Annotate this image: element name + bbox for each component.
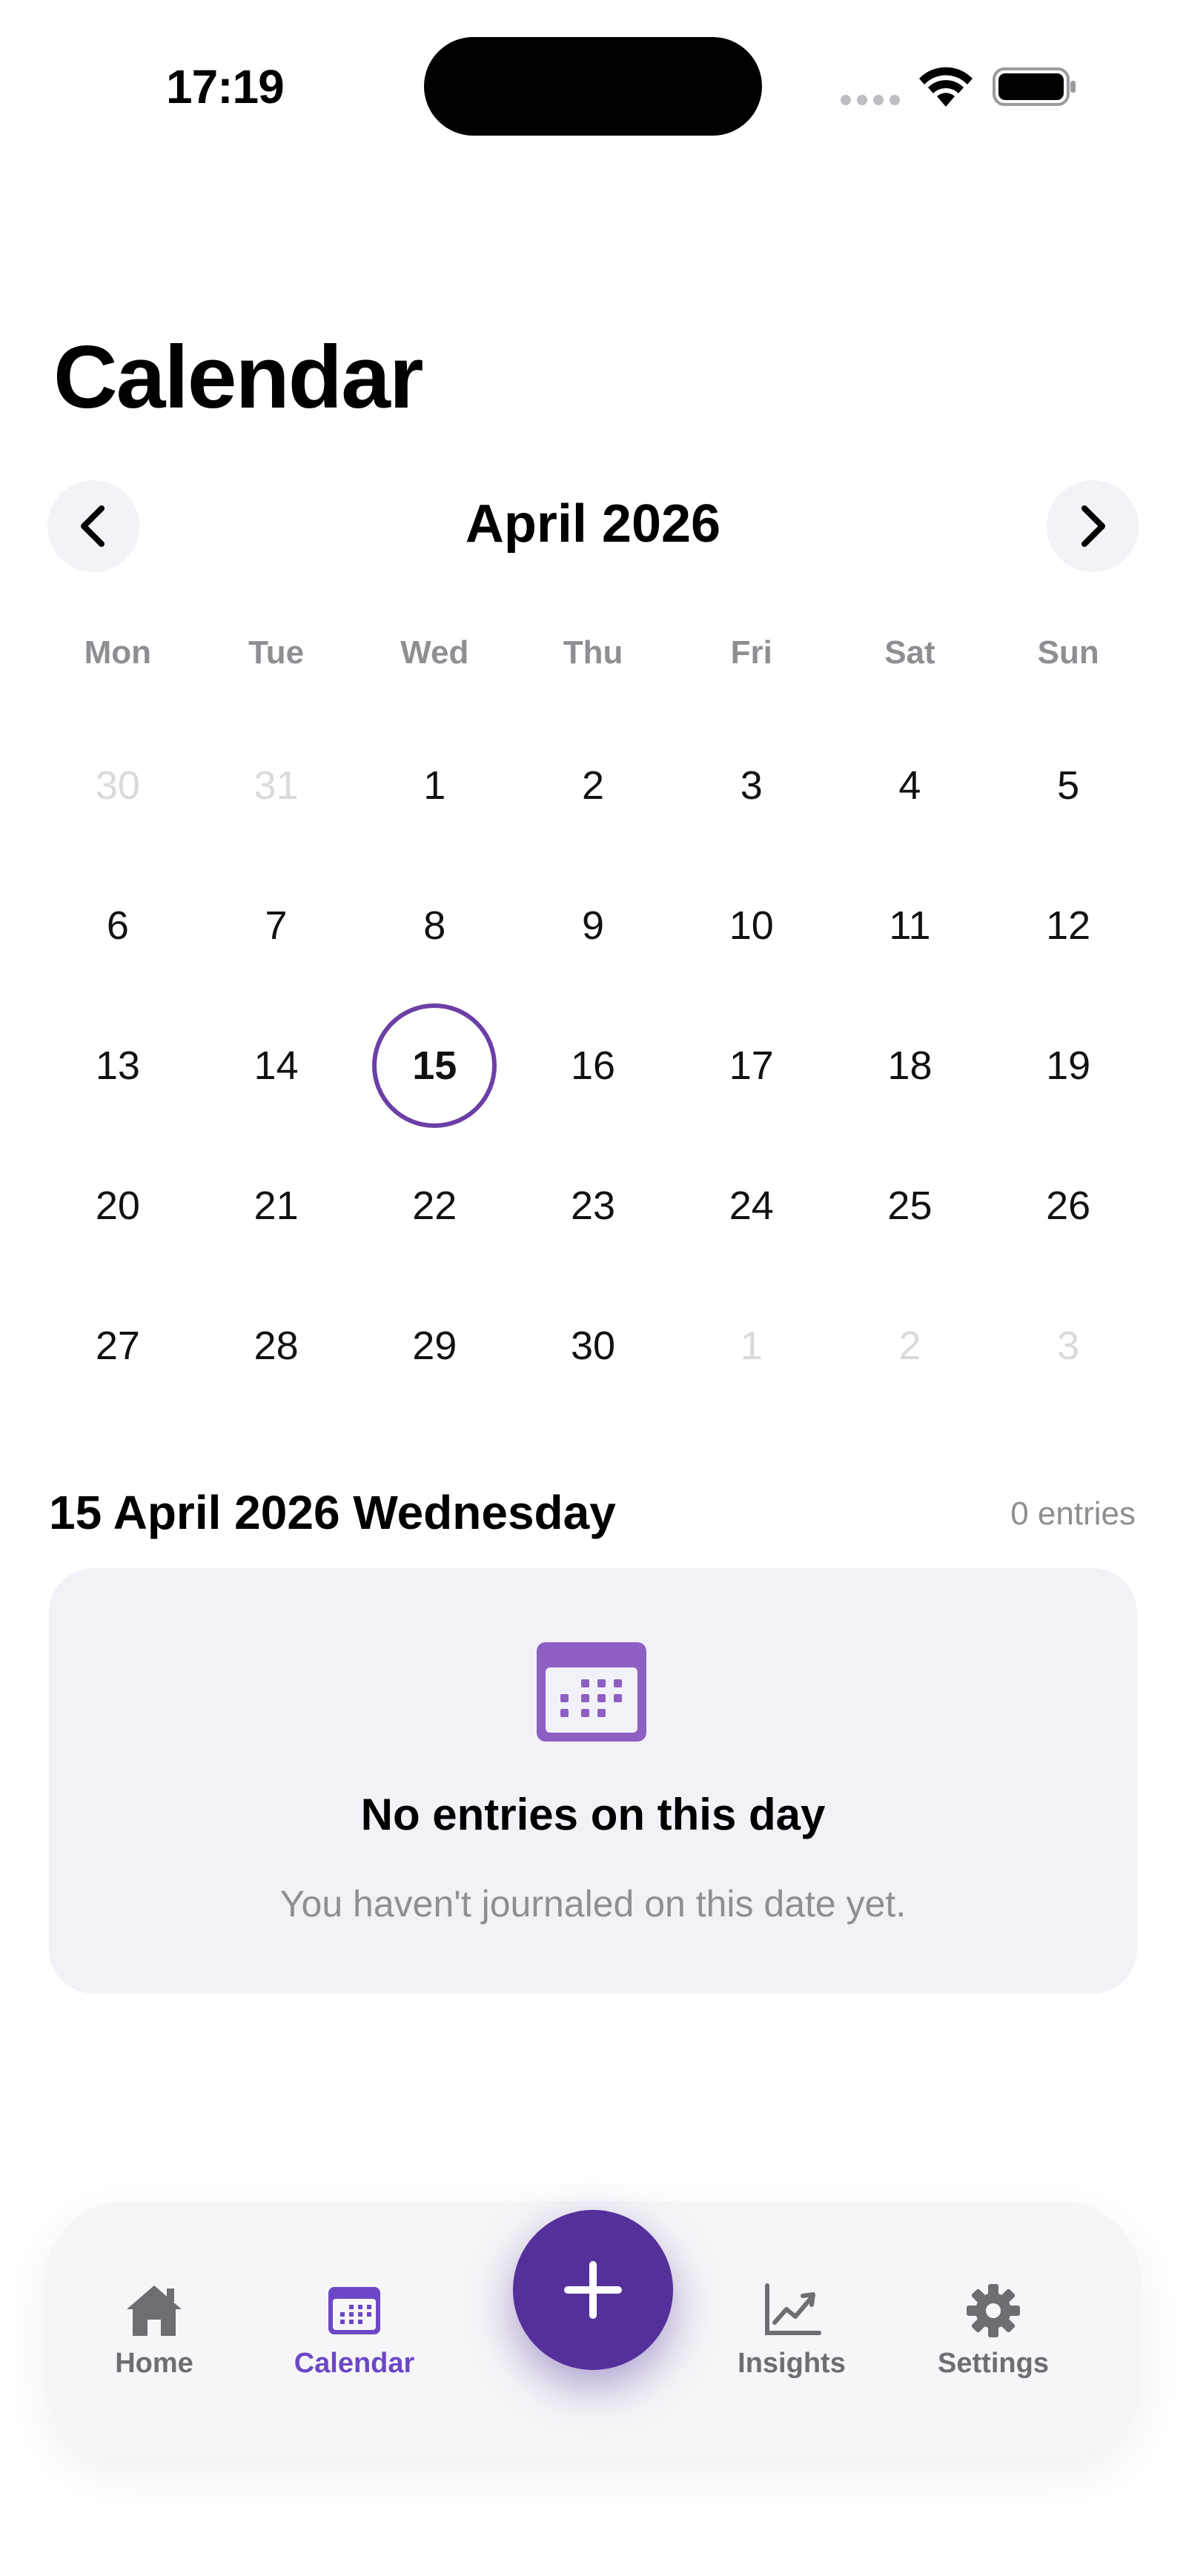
tab-settings[interactable]: Settings — [912, 2283, 1075, 2380]
calendar-day-outside[interactable]: 2 — [831, 1275, 990, 1415]
status-time: 17:19 — [166, 60, 285, 113]
calendar-day[interactable]: 10 — [672, 855, 831, 995]
calendar-week: 13 14 15 16 17 18 19 — [39, 995, 1147, 1135]
empty-state-subtitle: You haven't journaled on this date yet. — [279, 1883, 907, 1925]
tab-label: Calendar — [294, 2348, 415, 2379]
chevron-right-icon — [1081, 505, 1105, 547]
calendar-day[interactable]: 14 — [197, 995, 356, 1135]
dynamic-island — [424, 37, 762, 136]
calendar-day[interactable]: 20 — [39, 1135, 197, 1275]
add-entry-button[interactable] — [513, 2210, 673, 2370]
gear-icon — [967, 2284, 1020, 2337]
calendar-day[interactable]: 9 — [514, 855, 672, 995]
calendar-day[interactable]: 5 — [989, 715, 1147, 855]
next-month-button[interactable] — [1047, 480, 1139, 572]
calendar-week: 27 28 29 30 1 2 3 — [39, 1275, 1147, 1415]
calendar-day[interactable]: 22 — [355, 1135, 514, 1275]
tab-insights[interactable]: Insights — [710, 2283, 873, 2380]
calendar-day[interactable]: 2 — [514, 715, 672, 855]
calendar-day[interactable]: 17 — [672, 995, 831, 1135]
calendar-day[interactable]: 25 — [831, 1135, 990, 1275]
plus-icon — [564, 2261, 622, 2319]
calendar-day-outside[interactable]: 3 — [989, 1275, 1147, 1415]
wifi-icon — [919, 67, 973, 107]
calendar-day[interactable]: 19 — [989, 995, 1147, 1135]
entry-count: 0 entries — [1010, 1496, 1136, 1532]
calendar-day-selected[interactable]: 15 — [355, 995, 514, 1135]
calendar-day[interactable]: 7 — [197, 855, 356, 995]
weekday-header: Mon Tue Wed Thu Fri Sat Sun — [39, 634, 1147, 671]
battery-icon — [993, 67, 1076, 106]
house-icon — [127, 2285, 182, 2336]
tab-calendar[interactable]: Calendar — [273, 2283, 436, 2380]
calendar-day[interactable]: 4 — [831, 715, 990, 855]
page-title: Calendar — [53, 328, 424, 427]
calendar-day[interactable]: 12 — [989, 855, 1147, 995]
calendar-day-outside[interactable]: 31 — [197, 715, 356, 855]
weekday-label: Mon — [84, 634, 152, 671]
calendar-day[interactable]: 30 — [514, 1275, 672, 1415]
calendar-day[interactable]: 8 — [355, 855, 514, 995]
calendar-day-outside[interactable]: 1 — [672, 1275, 831, 1415]
calendar-day[interactable]: 1 — [355, 715, 514, 855]
chart-trend-icon — [765, 2283, 821, 2335]
tab-label: Home — [115, 2348, 193, 2379]
selected-day-ring: 15 — [372, 1003, 497, 1128]
calendar-day[interactable]: 24 — [672, 1135, 831, 1275]
cellular-signal-icon — [841, 95, 900, 105]
calendar-day[interactable]: 21 — [197, 1135, 356, 1275]
calendar-day[interactable]: 6 — [39, 855, 197, 995]
calendar-day[interactable]: 16 — [514, 995, 672, 1135]
selected-date-heading: 15 April 2026 Wednesday — [49, 1486, 616, 1539]
calendar-day[interactable]: 27 — [39, 1275, 197, 1415]
calendar-icon — [328, 2287, 380, 2334]
tab-home[interactable]: Home — [73, 2283, 236, 2380]
calendar-day[interactable]: 28 — [197, 1275, 356, 1415]
weekday-label: Fri — [730, 634, 772, 671]
weekday-label: Sat — [884, 634, 935, 671]
calendar-day[interactable]: 18 — [831, 995, 990, 1135]
calendar-day[interactable]: 13 — [39, 995, 197, 1135]
calendar-day[interactable]: 3 — [672, 715, 831, 855]
calendar-day[interactable]: 23 — [514, 1135, 672, 1275]
empty-state-title: No entries on this day — [360, 1790, 826, 1839]
month-label: April 2026 — [465, 494, 721, 554]
calendar-day[interactable]: 26 — [989, 1135, 1147, 1275]
calendar-day[interactable]: 29 — [355, 1275, 514, 1415]
calendar-week: 30 31 1 2 3 4 5 — [39, 715, 1147, 855]
weekday-label: Thu — [563, 634, 623, 671]
calendar-day-outside[interactable]: 30 — [39, 715, 197, 855]
weekday-label: Tue — [248, 634, 305, 671]
weekday-label: Wed — [400, 634, 469, 671]
weekday-label: Sun — [1037, 634, 1099, 671]
empty-state-card: No entries on this day You haven't journ… — [49, 1568, 1137, 1994]
calendar-week: 20 21 22 23 24 25 26 — [39, 1135, 1147, 1275]
calendar-icon — [537, 1642, 646, 1742]
tab-label: Settings — [938, 2348, 1049, 2379]
calendar-week: 6 7 8 9 10 11 12 — [39, 855, 1147, 995]
tab-label: Insights — [738, 2348, 846, 2379]
calendar-day[interactable]: 11 — [831, 855, 990, 995]
